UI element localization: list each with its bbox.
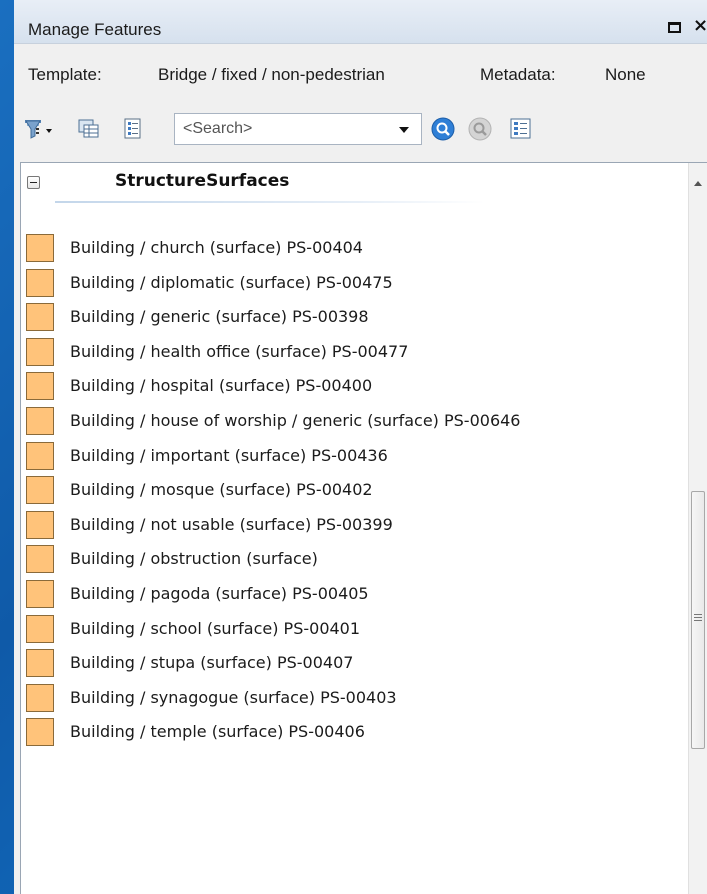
manage-features-panel: Manage Features × Template: Bridge / fix… [14, 0, 707, 894]
feature-toolbar [14, 102, 707, 162]
filter-icon[interactable] [24, 118, 52, 139]
scrollbar-thumb[interactable] [691, 491, 705, 749]
template-items: Building / church (surface) PS-00404 Buil… [21, 232, 681, 751]
list-item[interactable]: Building / stupa (surface) PS-00407 [21, 647, 681, 682]
search-input[interactable] [183, 118, 383, 140]
metadata-label: Metadata: [480, 65, 556, 84]
list-item[interactable]: Building / synagogue (surface) PS-00403 [21, 682, 681, 717]
surface-symbol-swatch [26, 406, 54, 435]
panel-title: Manage Features [28, 20, 162, 39]
group-title: StructureSurfaces [115, 171, 290, 191]
surface-symbol-swatch [26, 579, 54, 608]
panel-titlebar: Manage Features × [14, 0, 707, 44]
list-item-label: Building / not usable (surface) PS-00399 [70, 514, 393, 534]
list-item-label: Building / health office (surface) PS-00… [70, 341, 409, 361]
close-panel-button[interactable]: × [693, 15, 707, 36]
list-item[interactable]: Building / school (surface) PS-00401 [21, 613, 681, 648]
list-options-icon[interactable] [122, 118, 142, 139]
search-options-icon[interactable] [467, 116, 493, 142]
list-item-label: Building / important (surface) PS-00436 [70, 445, 388, 465]
list-item-label: Building / synagogue (surface) PS-00403 [70, 687, 397, 707]
group-header: StructureSurfaces [21, 163, 681, 205]
surface-symbol-swatch [26, 683, 54, 712]
list-item[interactable]: Building / diplomatic (surface) PS-00475 [21, 267, 681, 302]
surface-symbol-swatch [26, 545, 54, 574]
list-item[interactable]: Building / obstruction (surface) [21, 543, 681, 578]
collapse-group-button[interactable] [27, 176, 40, 189]
surface-symbol-swatch [26, 372, 54, 401]
list-item-label: Building / school (surface) PS-00401 [70, 618, 361, 638]
list-item-label: Building / obstruction (surface) [70, 549, 318, 569]
surface-symbol-swatch [26, 718, 54, 747]
list-item[interactable]: Building / pagoda (surface) PS-00405 [21, 578, 681, 613]
surface-symbol-swatch [26, 614, 54, 643]
list-item[interactable]: Building / health office (surface) PS-00… [21, 336, 681, 371]
list-item-label: Building / mosque (surface) PS-00402 [70, 480, 373, 500]
grip-line [694, 620, 702, 621]
list-item-label: Building / house of worship / generic (s… [70, 410, 521, 430]
list-item[interactable]: Building / hospital (surface) PS-00400 [21, 370, 681, 405]
search-dropdown-icon[interactable] [399, 127, 409, 133]
surface-symbol-swatch [26, 303, 54, 332]
search-box[interactable] [174, 113, 422, 145]
template-info-row: Template: Bridge / fixed / non-pedestria… [14, 44, 707, 102]
organize-templates-icon[interactable] [509, 117, 533, 141]
search-icon[interactable] [430, 116, 456, 142]
metadata-value[interactable]: None [605, 65, 646, 85]
grip-line [694, 614, 702, 615]
surface-symbol-swatch [26, 234, 54, 262]
list-item[interactable]: Building / mosque (surface) PS-00402 [21, 474, 681, 509]
surface-symbol-swatch [26, 268, 54, 297]
list-item-label: Building / diplomatic (surface) PS-00475 [70, 272, 393, 292]
list-item[interactable]: Building / important (surface) PS-00436 [21, 440, 681, 475]
scroll-up-arrow-icon[interactable] [694, 181, 702, 186]
surface-symbol-swatch [26, 649, 54, 678]
surface-symbol-swatch [26, 337, 54, 366]
list-item[interactable]: Building / temple (surface) PS-00406 [21, 716, 681, 751]
template-list: StructureSurfaces Building / church (sur… [20, 162, 707, 894]
list-item[interactable]: Building / generic (surface) PS-00398 [21, 301, 681, 336]
restore-window-button[interactable] [668, 22, 681, 33]
list-item-label: Building / church (surface) PS-00404 [70, 238, 363, 257]
vertical-scrollbar[interactable] [688, 163, 707, 894]
surface-symbol-swatch [26, 441, 54, 470]
list-item-label: Building / pagoda (surface) PS-00405 [70, 583, 369, 603]
template-label: Template: [28, 65, 102, 84]
list-item[interactable]: Building / church (surface) PS-00404 [21, 232, 681, 267]
group-divider [55, 201, 485, 203]
list-item-label: Building / hospital (surface) PS-00400 [70, 376, 373, 396]
template-value[interactable]: Bridge / fixed / non-pedestrian [158, 65, 385, 85]
surface-symbol-swatch [26, 476, 54, 505]
list-item-label: Building / generic (surface) PS-00398 [70, 307, 369, 327]
list-item-label: Building / stupa (surface) PS-00407 [70, 653, 354, 673]
surface-symbol-swatch [26, 510, 54, 539]
list-item[interactable]: Building / not usable (surface) PS-00399 [21, 509, 681, 544]
table-view-icon[interactable] [78, 118, 99, 138]
grip-line [694, 617, 702, 618]
list-item[interactable]: Building / house of worship / generic (s… [21, 405, 681, 440]
list-item-label: Building / temple (surface) PS-00406 [70, 722, 365, 742]
